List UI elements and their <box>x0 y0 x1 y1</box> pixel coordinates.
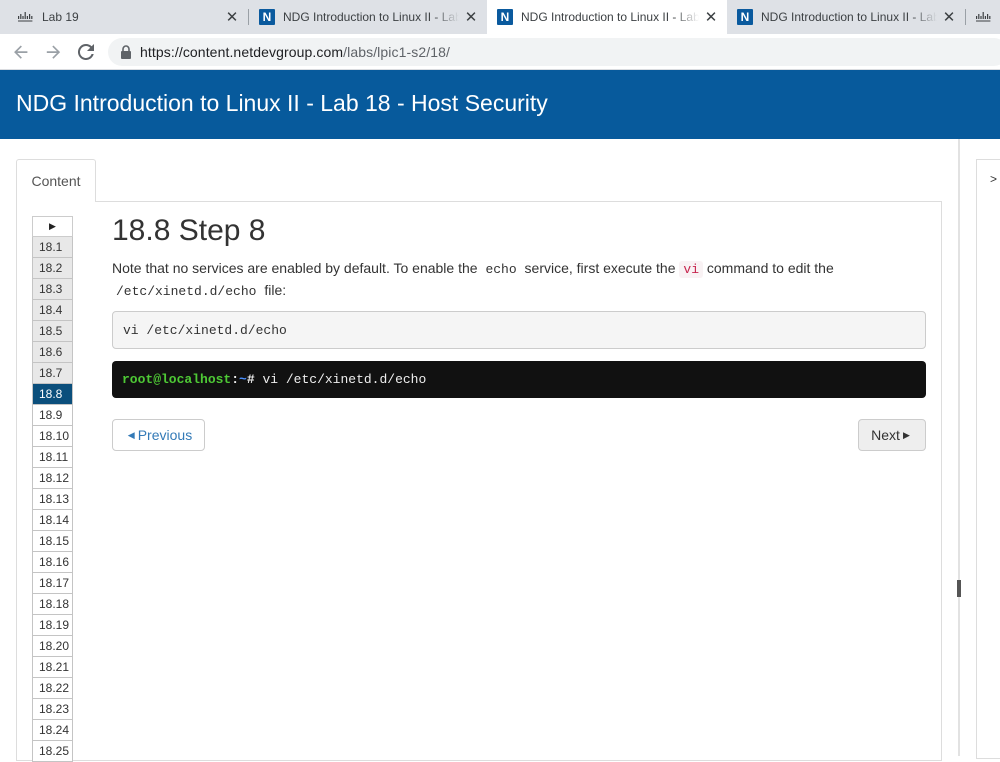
next-button[interactable]: Next ▶ <box>858 419 926 451</box>
step-nav-item[interactable]: 18.12 <box>32 468 73 489</box>
step-title: 18.8 Step 8 <box>112 214 266 247</box>
step-nav-item[interactable]: 18.10 <box>32 426 73 447</box>
step-nav-item[interactable]: 18.14 <box>32 510 73 531</box>
command-text: vi /etc/xinetd.d/echo <box>123 322 287 338</box>
lock-icon <box>121 45 131 59</box>
ndg-logo: N <box>737 9 753 25</box>
step-nav-item[interactable]: 18.25 <box>32 741 73 762</box>
close-icon[interactable]: ✕ <box>941 9 957 26</box>
browser-tab-cisco-partial[interactable] <box>968 0 1000 34</box>
url-host: https://content.netdevgroup.com <box>140 44 344 60</box>
reload-button[interactable] <box>73 39 99 65</box>
browser-tab-strip: Lab 19 ✕ N NDG Introduction to Linux II … <box>0 0 1000 34</box>
step-nav-item[interactable]: 18.16 <box>32 552 73 573</box>
instruction-text: file: <box>264 282 287 298</box>
next-label: Next <box>871 427 900 443</box>
browser-tab-lab-19[interactable]: Lab 19 ✕ <box>0 0 248 34</box>
page-header: NDG Introduction to Linux II - Lab 18 - … <box>0 70 1000 139</box>
browser-tab-ndg-1[interactable]: N NDG Introduction to Linux II - Lab 18 … <box>249 0 487 34</box>
terminal-colon: : <box>231 372 240 387</box>
panel-divider <box>958 139 960 756</box>
close-icon[interactable]: ✕ <box>703 9 719 26</box>
step-nav-item[interactable]: 18.9 <box>32 405 73 426</box>
terminal-path: ~ <box>239 372 247 387</box>
step-nav-item[interactable]: 18.19 <box>32 615 73 636</box>
tab-title: Lab 19 <box>42 10 79 24</box>
close-icon[interactable]: ✕ <box>463 9 479 26</box>
instruction-text: service, first execute the <box>524 260 676 276</box>
cisco-icon <box>976 9 992 25</box>
inline-code: vi <box>679 261 703 278</box>
step-nav-item[interactable]: 18.18 <box>32 594 73 615</box>
step-nav-item[interactable]: 18.13 <box>32 489 73 510</box>
url-path: /labs/lpic1-s2/18/ <box>343 44 450 60</box>
terminal-output: root@localhost: ~ # vi /etc/xinetd.d/echo <box>112 361 926 398</box>
caret-right-icon: ▶ <box>902 429 910 440</box>
ndg-icon: N <box>737 9 753 25</box>
step-list: 18.1 18.2 18.3 18.4 18.5 18.6 18.7 18.8 18.9 18.1… <box>32 237 73 762</box>
step-nav-item[interactable]: 18.22 <box>32 678 73 699</box>
tab-separator <box>965 9 966 25</box>
right-panel <box>976 159 1000 759</box>
url-text: https://content.netdevgroup.com/labs/lpi… <box>140 44 450 60</box>
previous-button[interactable]: ◀ Previous <box>112 419 205 451</box>
previous-label: Previous <box>137 427 193 443</box>
step-nav-item[interactable]: 18.5 <box>32 321 73 342</box>
step-nav-toggle[interactable]: ▶ <box>32 216 73 237</box>
tab-title: NDG Introduction to Linux II - Lab 18 <box>521 10 699 24</box>
terminal-command: vi /etc/xinetd.d/echo <box>254 372 427 387</box>
step-instructions: Note that no services are enabled by def… <box>112 258 872 302</box>
command-box[interactable]: vi /etc/xinetd.d/echo <box>112 311 926 349</box>
left-gutter <box>0 139 16 756</box>
splitter-handle[interactable] <box>957 580 961 597</box>
page-title: NDG Introduction to Linux II - Lab 18 - … <box>16 90 548 116</box>
step-navigation: ▶ 18.1 18.2 18.3 18.4 18.5 18.6 18.7 18.8 18.9 18… <box>32 216 73 762</box>
tab-title: NDG Introduction to Linux II - Lab 18 <box>283 10 459 24</box>
browser-toolbar: https://content.netdevgroup.com/labs/lpi… <box>0 34 1000 70</box>
terminal-user: root@localhost <box>122 372 232 387</box>
caret-left-icon: ◀ <box>127 429 135 440</box>
address-bar[interactable]: https://content.netdevgroup.com/labs/lpi… <box>108 38 1000 66</box>
back-arrow-icon <box>14 45 28 59</box>
back-button[interactable] <box>8 39 34 65</box>
step-nav-item[interactable]: 18.6 <box>32 342 73 363</box>
terminal-symbol: # <box>246 372 255 387</box>
ndg-icon: N <box>497 9 513 25</box>
reload-icon <box>78 44 94 60</box>
instruction-text: Note that no services are enabled by def… <box>112 260 478 276</box>
ndg-logo: N <box>497 9 513 25</box>
forward-button[interactable] <box>40 39 66 65</box>
step-nav-item[interactable]: 18.7 <box>32 363 73 384</box>
step-nav-item[interactable]: 18.3 <box>32 279 73 300</box>
step-nav-item[interactable]: 18.11 <box>32 447 73 468</box>
ndg-logo: N <box>259 9 275 25</box>
tab-title: NDG Introduction to Linux II - Lab 18 <box>761 10 937 24</box>
forward-arrow-icon <box>46 45 61 59</box>
step-nav-item[interactable]: 18.21 <box>32 657 73 678</box>
step-nav-item[interactable]: 18.4 <box>32 300 73 321</box>
step-nav-item[interactable]: 18.17 <box>32 573 73 594</box>
step-nav-item[interactable]: 18.24 <box>32 720 73 741</box>
caret-right-icon: ▶ <box>49 221 56 231</box>
step-nav-item[interactable]: 18.8 <box>32 384 73 405</box>
instruction-text: command to edit the <box>706 260 834 276</box>
inline-code: /etc/xinetd.d/echo <box>116 284 257 299</box>
inline-code: echo <box>485 262 517 277</box>
close-icon[interactable]: ✕ <box>224 9 240 26</box>
browser-tab-ndg-3[interactable]: N NDG Introduction to Linux II - Lab 18 … <box>727 0 965 34</box>
step-nav-item[interactable]: 18.1 <box>32 237 73 258</box>
step-nav-item[interactable]: 18.23 <box>32 699 73 720</box>
tab-content[interactable]: Content <box>16 159 96 202</box>
cisco-icon <box>18 9 34 25</box>
step-nav-item[interactable]: 18.2 <box>32 258 73 279</box>
expand-icon[interactable]: > <box>990 172 997 186</box>
step-nav-item[interactable]: 18.15 <box>32 531 73 552</box>
browser-tab-ndg-active[interactable]: N NDG Introduction to Linux II - Lab 18 … <box>487 0 727 34</box>
ndg-icon: N <box>259 9 275 25</box>
step-nav-item[interactable]: 18.20 <box>32 636 73 657</box>
